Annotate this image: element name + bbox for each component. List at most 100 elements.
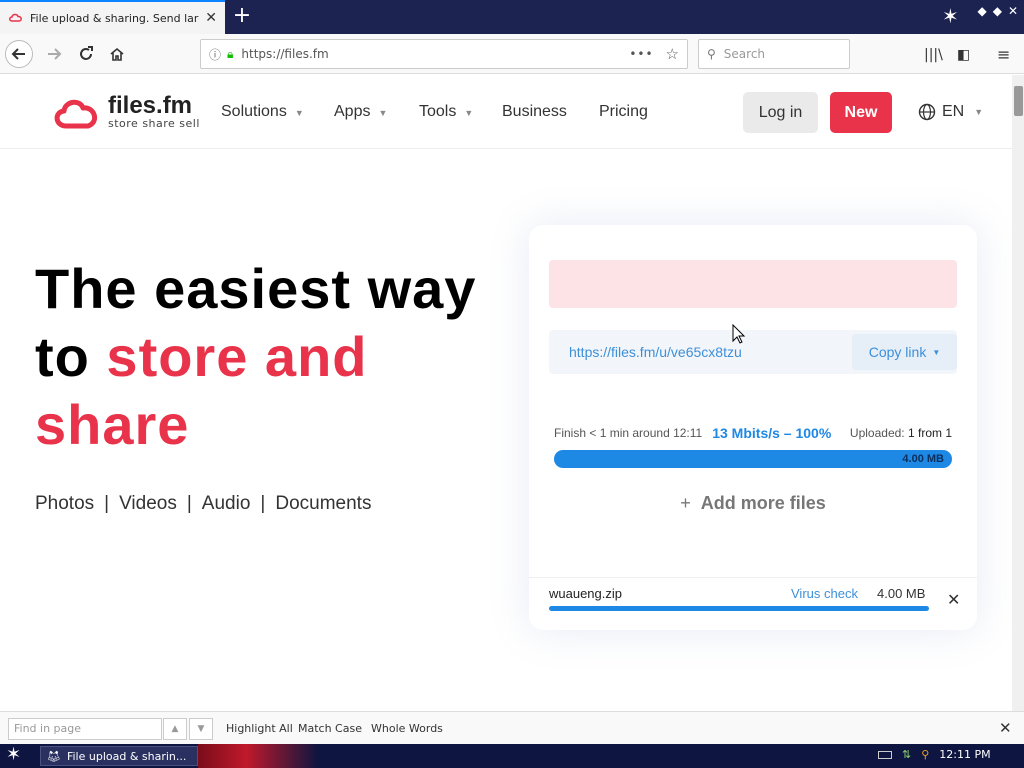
globe-icon bbox=[918, 103, 936, 121]
separator: | bbox=[186, 493, 192, 514]
mouse-cursor-icon bbox=[732, 324, 746, 344]
new-tab-button[interactable]: + bbox=[230, 4, 254, 28]
browser-tab[interactable]: File upload & sharing. Send large p ✕ bbox=[0, 0, 225, 34]
hero-line-2: to store and bbox=[35, 323, 505, 391]
language-selector[interactable]: EN ▼ bbox=[918, 103, 983, 121]
virus-check-link[interactable]: Virus check bbox=[791, 586, 858, 601]
info-icon[interactable]: ⓘ bbox=[209, 46, 221, 63]
chevron-down-icon: ▼ bbox=[932, 347, 941, 357]
upload-stats: Finish < 1 min around 12:11 13 Mbits/s –… bbox=[554, 425, 952, 441]
sidebar-icon[interactable]: ◧ bbox=[957, 47, 970, 63]
find-input[interactable]: Find in page bbox=[8, 718, 162, 740]
forward-arrow-icon bbox=[48, 48, 62, 60]
category-videos: Videos bbox=[119, 493, 177, 514]
file-size: 4.00 MB bbox=[877, 586, 926, 601]
category-audio: Audio bbox=[201, 493, 251, 514]
url-text[interactable]: https://files.fm bbox=[241, 47, 629, 61]
file-row: wuaueng.zip Virus check 4.00 MB ✕ bbox=[529, 577, 977, 630]
upload-progress-bar: 4.00 MB bbox=[554, 450, 952, 468]
site-logo[interactable]: files.fm store share sell bbox=[52, 92, 200, 130]
scrollbar-thumb[interactable] bbox=[1014, 86, 1023, 116]
taskbar: ✶ 🦊︎ File upload & sharin... ⇅ ⚲ 12:11 P… bbox=[0, 744, 1024, 768]
nav-business-label: Business bbox=[502, 103, 567, 120]
separator: | bbox=[104, 493, 110, 514]
files-fm-favicon-icon bbox=[9, 13, 22, 22]
scrollbar[interactable] bbox=[1012, 75, 1024, 711]
remove-file-icon[interactable]: ✕ bbox=[947, 590, 960, 609]
category-photos: Photos bbox=[35, 493, 95, 514]
finish-label: Finish bbox=[554, 426, 587, 440]
lock-icon[interactable]: 🔒︎ bbox=[227, 47, 233, 62]
url-bar[interactable]: ⓘ 🔒︎ https://files.fm ••• ☆ bbox=[200, 39, 688, 69]
login-button[interactable]: Log in bbox=[743, 92, 818, 133]
copy-link-button[interactable]: Copy link ▼ bbox=[852, 334, 957, 370]
uploaded-count: Uploaded: 1 from 1 bbox=[850, 426, 952, 440]
match-case-option[interactable]: Match Case bbox=[298, 722, 362, 735]
new-button[interactable]: New bbox=[830, 92, 892, 133]
tab-title: File upload & sharing. Send large p bbox=[30, 11, 199, 25]
hamburger-menu-icon[interactable]: ≡ bbox=[997, 45, 1010, 64]
nav-apps[interactable]: Apps ▼ bbox=[334, 103, 387, 121]
keyboard-icon[interactable] bbox=[878, 750, 892, 759]
uploaded-value: 1 from 1 bbox=[907, 426, 952, 440]
taskbar-decoration bbox=[198, 744, 318, 768]
plus-icon: + bbox=[680, 493, 691, 513]
minimize-icon[interactable]: ◆ bbox=[977, 4, 986, 18]
upload-card: https://files.fm/u/ve65cx8tzu Copy link … bbox=[529, 225, 977, 630]
home-icon bbox=[110, 47, 124, 61]
back-button[interactable] bbox=[5, 40, 33, 68]
find-next-button[interactable]: ▼ bbox=[189, 718, 213, 740]
find-bar: Find in page ▲ ▼ Highlight All Match Cas… bbox=[0, 711, 1024, 744]
upload-speed: 13 Mbits/s – 100% bbox=[712, 425, 832, 441]
file-progress-bar bbox=[549, 606, 929, 611]
share-link[interactable]: https://files.fm/u/ve65cx8tzu bbox=[569, 344, 742, 360]
search-tray-icon[interactable]: ⚲ bbox=[921, 748, 929, 761]
search-input[interactable]: ⚲ Search bbox=[698, 39, 850, 69]
nav-pricing-label: Pricing bbox=[599, 103, 648, 120]
chevron-down-icon: ▼ bbox=[974, 107, 984, 117]
finish-value: < 1 min around 12:11 bbox=[589, 426, 703, 440]
page-actions-icon[interactable]: ••• bbox=[629, 47, 653, 61]
navigation-toolbar: ⓘ 🔒︎ https://files.fm ••• ☆ ⚲ Search |||… bbox=[0, 34, 1024, 74]
reload-button[interactable] bbox=[72, 40, 100, 68]
maximize-icon[interactable]: ◆ bbox=[993, 4, 1002, 18]
logo-name: files.fm bbox=[108, 92, 193, 119]
highlight-all-option[interactable]: Highlight All bbox=[226, 722, 293, 735]
back-arrow-icon bbox=[11, 48, 25, 60]
search-placeholder: Search bbox=[723, 47, 766, 61]
web-page: files.fm store share sell Solutions ▼ App… bbox=[0, 75, 1012, 711]
close-window-icon[interactable]: ✕ bbox=[1008, 4, 1018, 18]
nav-pricing[interactable]: Pricing bbox=[599, 103, 648, 121]
nav-tools-label: Tools bbox=[419, 103, 457, 120]
nav-solutions[interactable]: Solutions ▼ bbox=[221, 103, 304, 121]
clock[interactable]: 12:11 PM bbox=[939, 748, 990, 761]
window-controls: ◆ ◆ ✕ bbox=[977, 4, 1018, 18]
nav-tools[interactable]: Tools ▼ bbox=[419, 103, 473, 121]
start-button-icon[interactable]: ✶ bbox=[6, 744, 21, 765]
add-more-files-button[interactable]: + Add more files bbox=[529, 493, 977, 514]
find-previous-button[interactable]: ▲ bbox=[163, 718, 187, 740]
taskbar-app-button[interactable]: 🦊︎ File upload & sharin... bbox=[40, 746, 198, 766]
library-icon[interactable]: |||\ bbox=[924, 47, 943, 63]
hero-line-2-prefix: to bbox=[35, 325, 107, 388]
home-button[interactable] bbox=[103, 40, 131, 68]
hero-heading: The easiest way to store and share bbox=[35, 255, 505, 459]
cloud-logo-icon bbox=[54, 99, 98, 128]
find-bar-close-icon[interactable]: ✕ bbox=[999, 719, 1012, 737]
taskbar-app-title: File upload & sharin... bbox=[66, 749, 187, 763]
reload-icon bbox=[80, 46, 93, 60]
network-icon[interactable]: ⇅ bbox=[902, 748, 911, 761]
add-more-label: Add more files bbox=[700, 493, 826, 513]
whole-words-option[interactable]: Whole Words bbox=[371, 722, 443, 735]
uploaded-label: Uploaded: bbox=[849, 426, 905, 440]
bookmark-star-icon[interactable]: ☆ bbox=[666, 45, 679, 63]
tab-strip: File upload & sharing. Send large p ✕ + … bbox=[0, 0, 1024, 34]
forward-button[interactable] bbox=[40, 40, 68, 68]
hero-line-1: The easiest way bbox=[35, 257, 477, 320]
chevron-down-icon: ▼ bbox=[464, 108, 474, 118]
category-list: Photos | Videos | Audio | Documents bbox=[35, 493, 371, 515]
upload-banner bbox=[549, 260, 957, 308]
nav-business[interactable]: Business bbox=[502, 103, 567, 121]
copy-link-label: Copy link bbox=[868, 344, 927, 360]
tab-close-icon[interactable]: ✕ bbox=[205, 10, 217, 26]
